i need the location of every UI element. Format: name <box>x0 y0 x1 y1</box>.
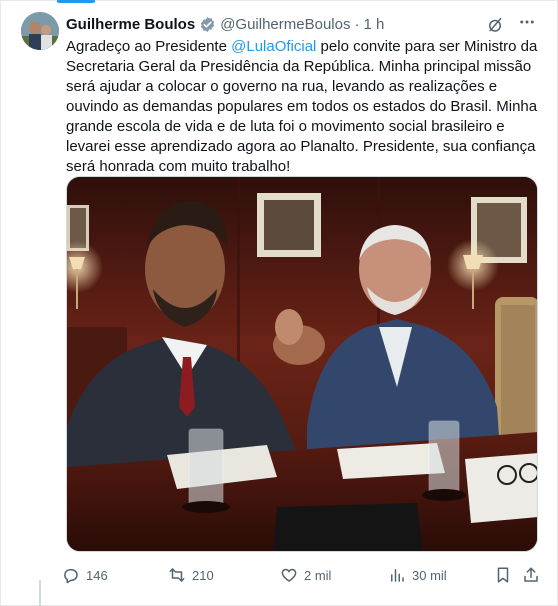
retweet-button[interactable]: 210 <box>168 563 214 587</box>
reply-button[interactable]: 146 <box>62 563 108 587</box>
more-icon[interactable] <box>518 13 536 36</box>
like-button[interactable]: 2 mil <box>280 563 331 587</box>
reply-icon <box>64 569 78 584</box>
views-button[interactable]: 30 mil <box>388 563 447 587</box>
reply-count: 146 <box>86 567 108 583</box>
like-count: 2 mil <box>304 567 332 583</box>
views-count: 30 mil <box>412 567 447 583</box>
author-name[interactable]: Guilherme Boulos <box>66 16 195 33</box>
tweet-text: Agradeço ao Presidente @LulaOficial pelo… <box>66 37 540 177</box>
author-handle[interactable]: @GuilhermeBoulos <box>220 16 350 33</box>
share-button[interactable] <box>522 563 540 587</box>
heart-icon <box>281 568 297 582</box>
tweet-time[interactable]: 1 h <box>363 16 384 33</box>
bookmark-button[interactable] <box>494 563 512 587</box>
share-icon <box>524 567 538 582</box>
tweet-text-start: Agradeço ao Presidente <box>66 38 232 55</box>
tweet-text-rest: pelo convite para ser Ministro da Secret… <box>66 38 538 175</box>
retweet-icon <box>169 568 185 582</box>
views-chart-icon <box>391 569 404 582</box>
tweet-photo[interactable] <box>66 176 538 552</box>
thread-line <box>39 580 41 606</box>
top-accent-bar <box>57 0 95 3</box>
retweet-count: 210 <box>192 567 214 583</box>
mention-link[interactable]: @LulaOficial <box>231 38 316 55</box>
verified-badge-icon <box>199 16 216 33</box>
avatar[interactable] <box>21 12 59 50</box>
tweet-header: Guilherme Boulos @GuilhermeBoulos · 1 h <box>66 13 536 35</box>
tweet-actions: 146 210 2 mil 30 mil <box>62 563 542 587</box>
bookmark-icon <box>497 567 509 583</box>
slashed-circle-icon[interactable] <box>486 16 504 34</box>
separator-dot: · <box>354 15 360 33</box>
